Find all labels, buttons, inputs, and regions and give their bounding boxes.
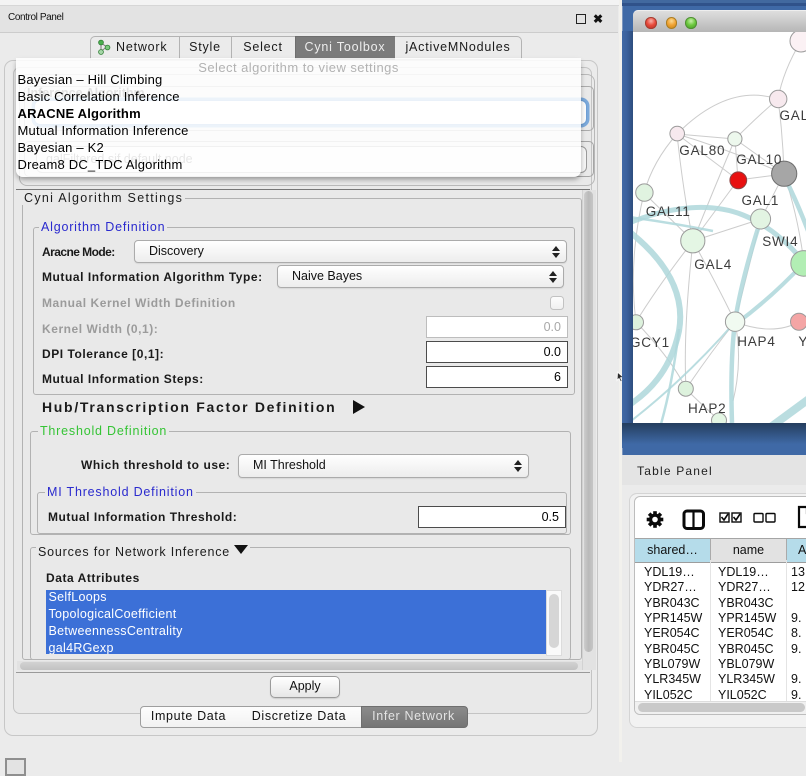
svg-text:GAL7: GAL7 (780, 108, 806, 123)
svg-text:SWI4: SWI4 (762, 234, 798, 249)
svg-text:HAP4: HAP4 (737, 334, 775, 349)
svg-text:GCY1: GCY1 (633, 335, 670, 350)
svg-text:GAL10: GAL10 (736, 152, 782, 167)
svg-text:HAP2: HAP2 (688, 401, 726, 416)
svg-text:GAL80: GAL80 (679, 143, 725, 158)
svg-text:GAL11: GAL11 (646, 204, 691, 219)
svg-text:GAL1: GAL1 (742, 193, 780, 208)
svg-text:Y: Y (798, 334, 806, 349)
svg-text:GAL4: GAL4 (694, 257, 732, 272)
